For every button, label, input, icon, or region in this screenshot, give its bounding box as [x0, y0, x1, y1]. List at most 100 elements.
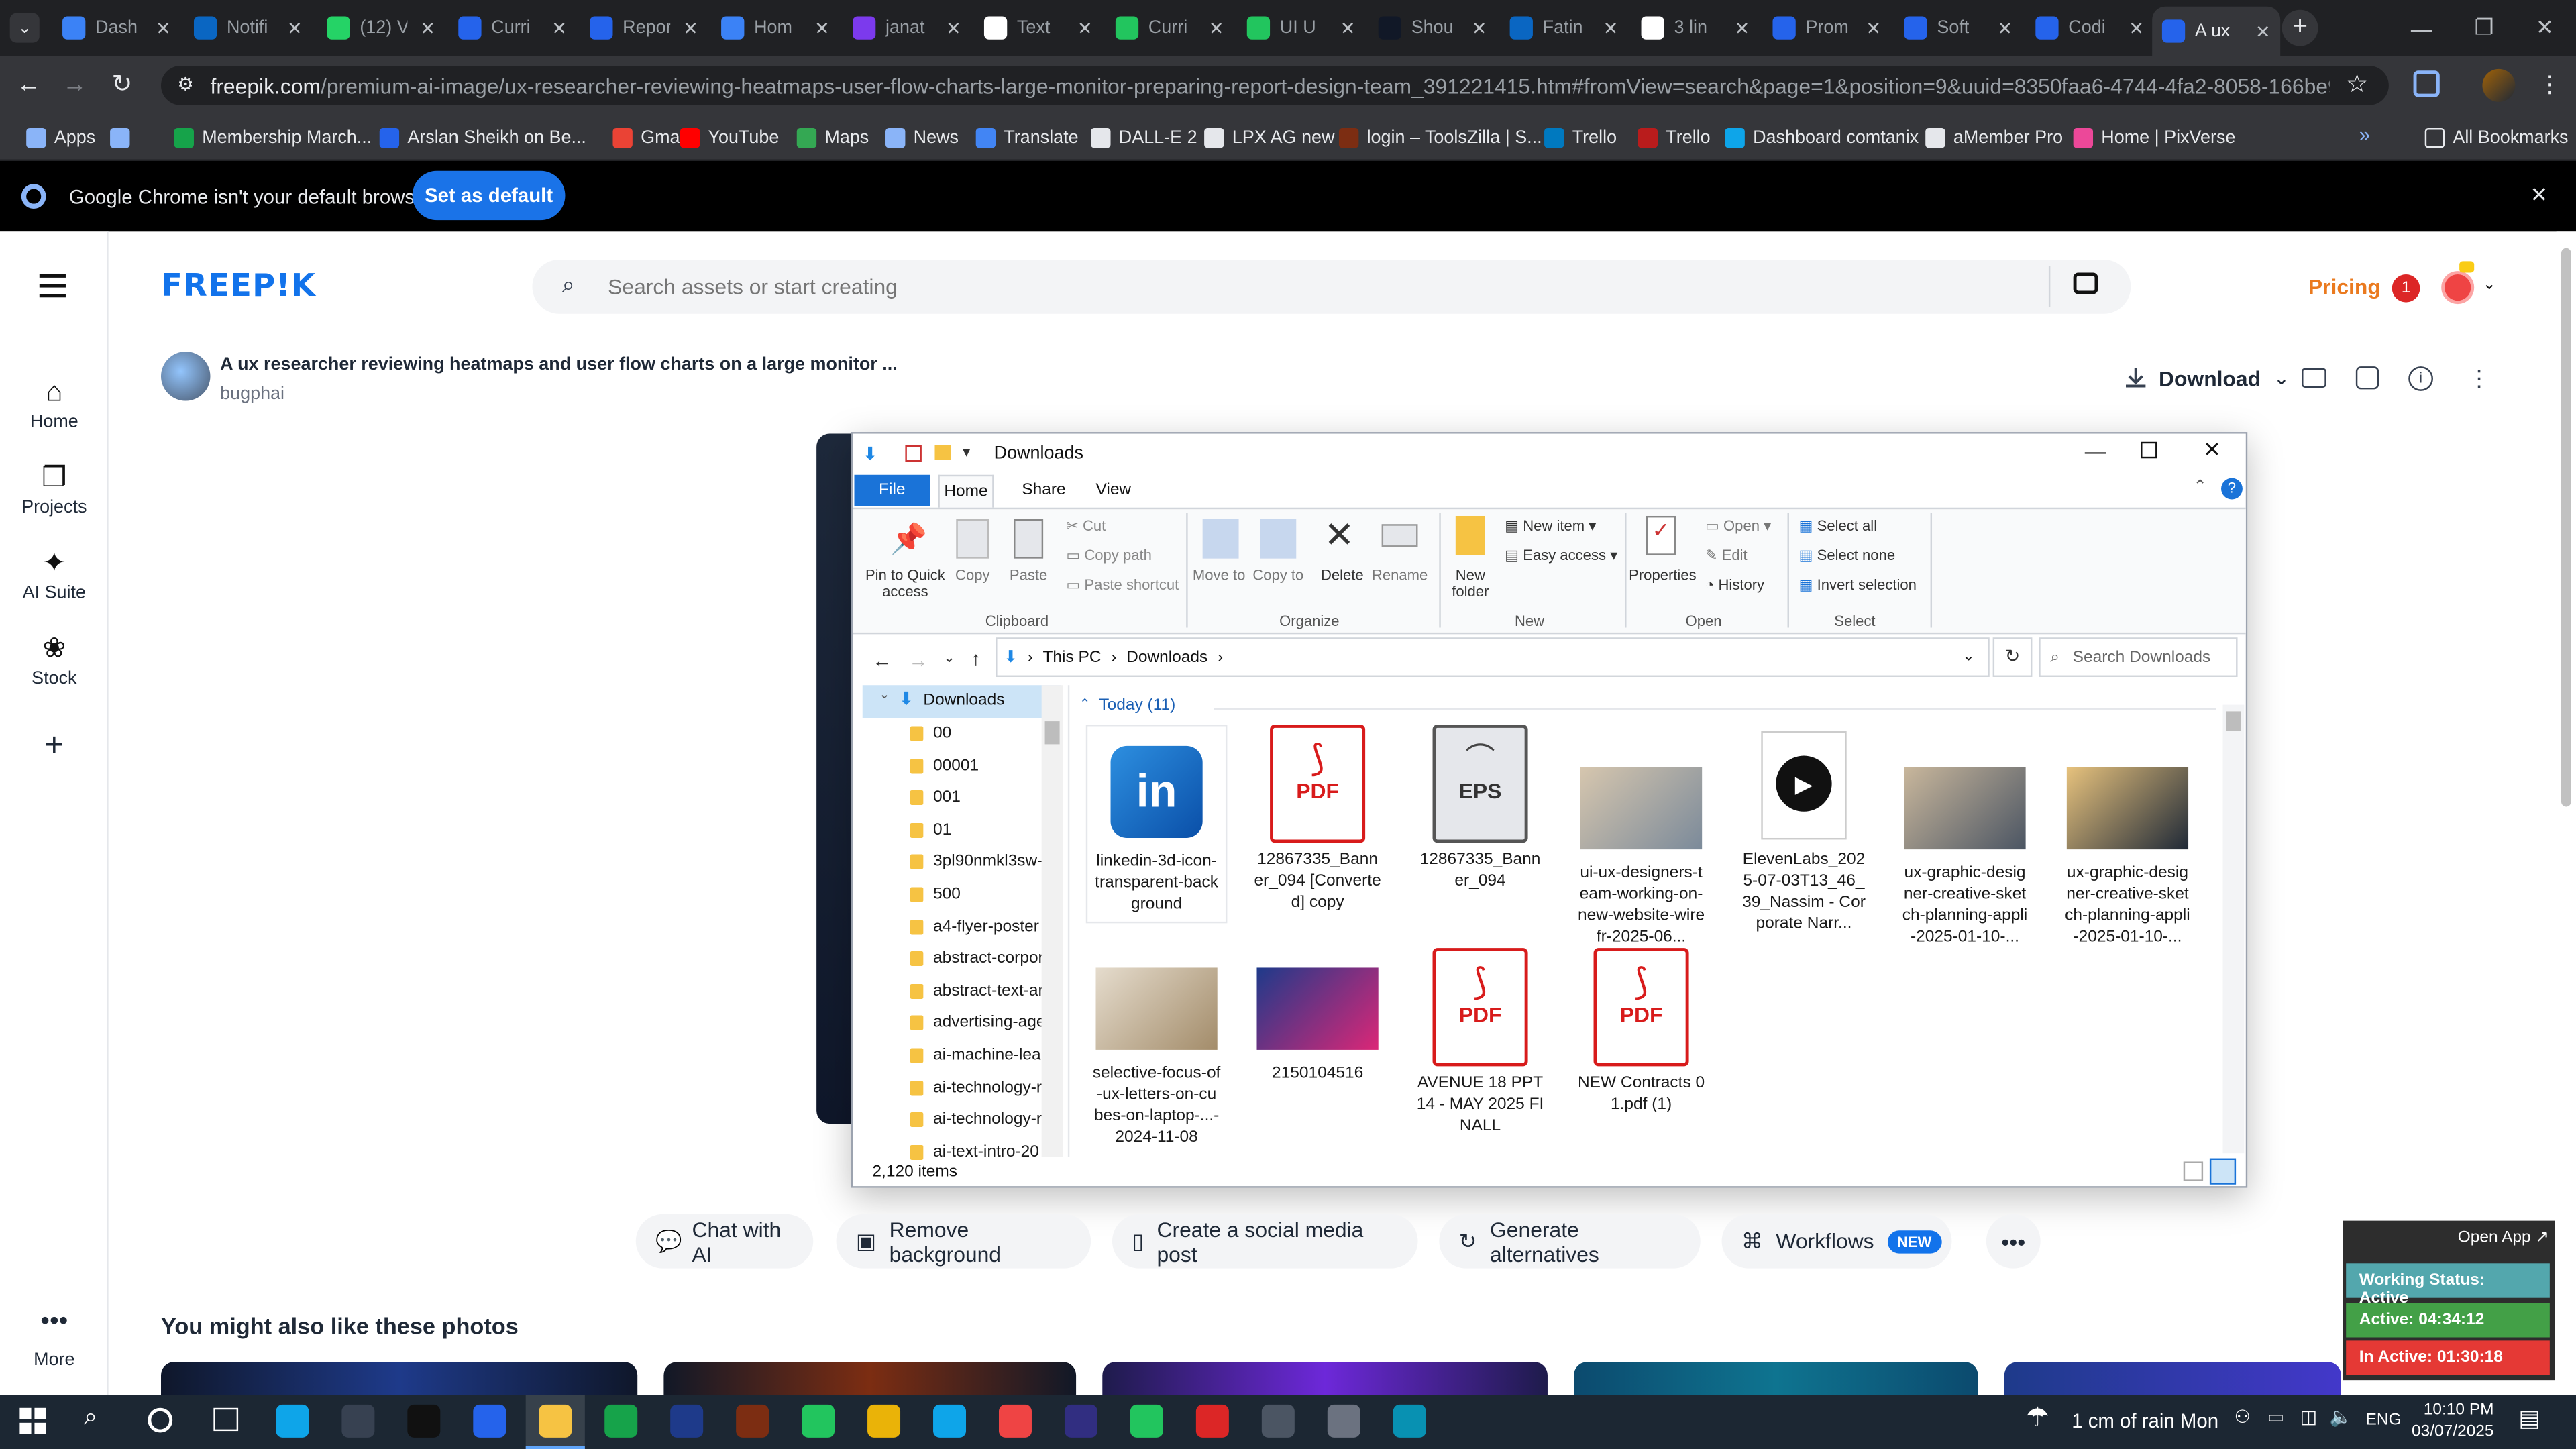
- app-icon[interactable]: [1393, 1404, 1426, 1438]
- sidebar-item-home[interactable]: ⌂ Home: [0, 376, 109, 432]
- sidebar-item-projects[interactable]: ❐ Projects: [0, 462, 109, 517]
- tree-folder-item[interactable]: ai-technology-r: [910, 1079, 1042, 1097]
- history-button[interactable]: ◔ History: [1705, 577, 1764, 593]
- tab-close-icon[interactable]: ✕: [551, 17, 567, 38]
- file-item[interactable]: ⟆ PDF AVENUE 18 PPT 14 - MAY 2025 FINALL: [1409, 948, 1551, 1137]
- notification-badge[interactable]: 1: [2392, 274, 2420, 303]
- tab-close-icon[interactable]: ✕: [2255, 21, 2271, 42]
- tree-folder-item[interactable]: abstract-text-ar: [910, 982, 1042, 1000]
- up-icon[interactable]: ↑: [971, 647, 981, 670]
- tab-close-icon[interactable]: ✕: [2129, 17, 2144, 38]
- bookmark-item[interactable]: [110, 123, 138, 153]
- tree-item-downloads[interactable]: Downloads: [923, 692, 1004, 710]
- account-chevron-icon[interactable]: ⌄: [2482, 276, 2496, 294]
- invert-selection-button[interactable]: ▦ Invert selection: [1799, 577, 1917, 595]
- bookmark-item[interactable]: Membership March...: [174, 123, 372, 153]
- pin-to-quick-access-button[interactable]: Pin to Quick access: [859, 567, 951, 600]
- browser-tab[interactable]: Dash ✕: [52, 7, 180, 50]
- tab-file[interactable]: File: [854, 474, 930, 506]
- tab-close-icon[interactable]: ✕: [814, 17, 830, 38]
- address-dropdown-icon[interactable]: ⌄: [1962, 647, 1974, 665]
- copy-button[interactable]: Copy: [948, 567, 997, 583]
- bookmark-item[interactable]: News: [885, 123, 959, 153]
- easy-access-button[interactable]: ▤ Easy access ▾: [1505, 547, 1617, 566]
- author-avatar[interactable]: [161, 352, 211, 401]
- browser-tab[interactable]: Soft ✕: [1894, 7, 2023, 50]
- explorer-minimize-icon[interactable]: —: [2085, 439, 2106, 464]
- tab-close-icon[interactable]: ✕: [683, 17, 698, 38]
- sidebar-item-ai-suite[interactable]: ✦ AI Suite: [0, 547, 109, 603]
- more-actions-button[interactable]: •••: [1986, 1214, 2041, 1269]
- tree-folder-item[interactable]: 3pl90nmkl3sw-: [910, 853, 1042, 871]
- pricing-link[interactable]: Pricing: [2308, 274, 2381, 299]
- properties-qa-icon[interactable]: [905, 445, 922, 462]
- explorer-address-bar[interactable]: ⬇ › This PC › Downloads › ⌄: [996, 637, 1990, 677]
- details-view-icon[interactable]: [2183, 1161, 2204, 1181]
- hamburger-menu-icon[interactable]: [39, 274, 66, 298]
- restore-icon[interactable]: ❐: [2453, 0, 2515, 56]
- file-item[interactable]: ⌒ EPS 12867335_Banner_094: [1409, 724, 1551, 892]
- bookmarks-overflow-icon[interactable]: »: [2359, 123, 2370, 146]
- tree-folder-item[interactable]: 00001: [910, 757, 1042, 775]
- browser-tab[interactable]: Hom ✕: [711, 7, 839, 50]
- related-thumbnail[interactable]: [1102, 1362, 1548, 1395]
- browser-tab[interactable]: Shou ✕: [1368, 7, 1497, 50]
- tree-folder-item[interactable]: 500: [910, 885, 1042, 904]
- bookmark-item[interactable]: aMember Pro: [1925, 123, 2063, 153]
- tree-folder-item[interactable]: advertising-age: [910, 1014, 1042, 1032]
- download-button[interactable]: Download ⌄: [2123, 365, 2289, 391]
- site-info-icon[interactable]: ⚙: [177, 74, 193, 95]
- rename-button[interactable]: Rename: [1372, 567, 1428, 583]
- edge-icon[interactable]: [276, 1404, 309, 1438]
- back-icon[interactable]: ←: [16, 70, 41, 99]
- tab-close-icon[interactable]: ✕: [1603, 17, 1619, 38]
- file-item[interactable]: ux-graphic-designer-creative-sketch-plan…: [2057, 724, 2198, 948]
- tree-folder-item[interactable]: a4-flyer-poster: [910, 918, 1042, 936]
- task-view-icon[interactable]: [213, 1407, 239, 1432]
- bookmark-item[interactable]: Gmail: [612, 123, 688, 153]
- sidebar-item-stock[interactable]: ❀ Stock: [0, 633, 109, 688]
- pen-icon[interactable]: [341, 1404, 375, 1438]
- photoshop-icon[interactable]: [670, 1404, 704, 1438]
- add-icon[interactable]: +: [0, 728, 109, 765]
- browser-tab[interactable]: Prom ✕: [1763, 7, 1891, 50]
- new-tab-button[interactable]: +: [2282, 9, 2318, 46]
- clock-time[interactable]: 10:10 PM: [2422, 1401, 2494, 1419]
- acrobat-icon[interactable]: [1195, 1404, 1229, 1438]
- large-icons-view-icon[interactable]: [2209, 1158, 2237, 1185]
- reload-icon[interactable]: ↻: [112, 69, 133, 99]
- file-item[interactable]: ▶ ElevenLabs_2025-07-03T13_46_39_Nassim -…: [1733, 724, 1875, 934]
- help-icon[interactable]: ?: [2221, 478, 2243, 500]
- tree-folder-item[interactable]: 001: [910, 789, 1042, 807]
- browser-tab[interactable]: 3 lin ✕: [1631, 7, 1760, 50]
- vscode-icon[interactable]: [933, 1404, 967, 1438]
- move-to-button[interactable]: Move to: [1191, 567, 1247, 583]
- tab-close-icon[interactable]: ✕: [1209, 17, 1224, 38]
- infobar-close-icon[interactable]: ✕: [2530, 182, 2548, 209]
- search-input[interactable]: [608, 269, 2021, 303]
- tab-close-icon[interactable]: ✕: [156, 17, 171, 38]
- open-app-link[interactable]: Open App ↗: [2458, 1229, 2549, 1247]
- workflows-button[interactable]: ⌘ Workflows NEW: [1721, 1214, 1952, 1269]
- tab-close-icon[interactable]: ✕: [1866, 17, 1882, 38]
- set-as-default-button[interactable]: Set as default: [412, 170, 566, 221]
- related-thumbnail[interactable]: [2004, 1362, 2341, 1395]
- explorer-search-box[interactable]: ⌕ Search Downloads: [2039, 637, 2238, 677]
- bookmark-item[interactable]: Trello: [1544, 123, 1617, 153]
- cortana-icon[interactable]: [148, 1407, 173, 1433]
- author-name[interactable]: bugphai: [220, 384, 284, 404]
- more-dots-icon[interactable]: •••: [0, 1307, 109, 1337]
- weather-text[interactable]: 1 cm of rain Mon: [2072, 1409, 2218, 1432]
- browser-tab[interactable]: Codi ✕: [2026, 7, 2154, 50]
- tab-close-icon[interactable]: ✕: [1340, 17, 1356, 38]
- bookmark-star-icon[interactable]: ☆: [2346, 69, 2368, 99]
- select-all-button[interactable]: ▦ Select all: [1799, 517, 1877, 535]
- tab-search-icon[interactable]: ⌄: [9, 13, 40, 43]
- tab-home[interactable]: Home: [938, 474, 994, 508]
- browser-tab[interactable]: (12) V ✕: [317, 7, 445, 50]
- taskbar-search-icon[interactable]: ⌕: [84, 1403, 98, 1431]
- tab-close-icon[interactable]: ✕: [1997, 17, 2012, 38]
- bookmark-item[interactable]: Maps: [796, 123, 869, 153]
- chrome-icon[interactable]: [867, 1404, 901, 1438]
- address-bar[interactable]: ⚙ freepik.com/premium-ai-image/ux-resear…: [161, 65, 2389, 105]
